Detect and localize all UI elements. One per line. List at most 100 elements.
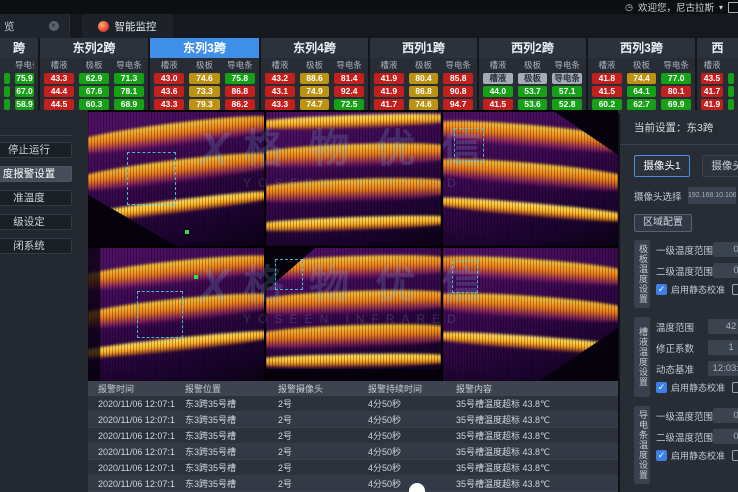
- settings-group-fields: 一级温度范围0二级温度范围0✓启用静态校准启: [656, 240, 738, 308]
- thermal-band: [88, 251, 264, 294]
- alarm-table: 报警时间报警位置报警摄像头报警持续时间报警内容2020/11/06 12:07:…: [88, 381, 618, 492]
- temp-cell-wrap: 74.9: [300, 86, 330, 97]
- temp-cell: 86.2: [225, 99, 255, 110]
- table-row[interactable]: 2020/11/06 12:07:16东3跨35号槽2号4分50秒35号槽温度超…: [88, 460, 618, 476]
- span-tab[interactable]: 跨: [0, 38, 38, 58]
- sidebar-item[interactable]: 准温度: [0, 190, 72, 206]
- static-calibration-checkbox[interactable]: ✓: [656, 450, 667, 461]
- chevron-down-icon[interactable]: ▾: [719, 3, 723, 12]
- temp-cell-wrap: 44.5: [44, 99, 74, 110]
- static-calibration-checkbox[interactable]: ✓: [656, 382, 667, 393]
- settings-field-input[interactable]: 0: [713, 429, 738, 444]
- thermal-camera-tile-2[interactable]: [266, 112, 441, 246]
- static-calibration-checkbox[interactable]: ✓: [656, 284, 667, 295]
- thermal-camera-tile-6[interactable]: [443, 248, 618, 381]
- span-tab[interactable]: 西列3跨: [588, 38, 695, 58]
- temp-cell-wrap: 75.9: [15, 73, 34, 84]
- temp-cell: 导电条: [552, 73, 582, 84]
- span-tab[interactable]: 西列1跨: [370, 38, 477, 58]
- settings-group: 槽液温度设置温度范围42修正系数1动态基准12:03:47✓启用静态校准启: [634, 317, 738, 397]
- roi-box: [127, 152, 177, 205]
- span-tab[interactable]: 东列4跨: [261, 38, 368, 58]
- temp-cell-wrap: 71.3: [114, 73, 144, 84]
- camera1-button[interactable]: 摄像头1: [634, 155, 690, 177]
- tab-overview-partial[interactable]: 览 ×: [0, 14, 70, 38]
- span-tab[interactable]: 西列2跨: [479, 38, 586, 58]
- temp-cell: 槽液: [483, 73, 513, 84]
- temp-cell-wrap: 43.3: [44, 73, 74, 84]
- dynamic-calibration-checkbox[interactable]: [732, 450, 738, 461]
- page-indicator-dot: [409, 483, 425, 492]
- camera-ip-input[interactable]: 192.168.10.106: [688, 187, 736, 204]
- table-row[interactable]: 2020/11/06 12:07:16东3跨35号槽2号4分50秒35号槽温度超…: [88, 476, 618, 492]
- thermal-camera-tile-1[interactable]: [88, 112, 264, 246]
- temp-cell-wrap: 80.4: [409, 73, 439, 84]
- thermal-camera-tile-3[interactable]: [443, 112, 618, 246]
- table-cell: 东3跨35号槽: [175, 413, 268, 426]
- sidebar-item[interactable]: 度报警设置: [0, 166, 72, 182]
- table-cell: 2020/11/06 12:07:16: [88, 447, 175, 457]
- table-cell: 2号: [268, 477, 358, 490]
- temp-cell: 60.2: [592, 99, 622, 110]
- settings-field-input[interactable]: 1: [708, 340, 738, 355]
- temp-cell-wrap: 90.8: [443, 86, 473, 97]
- temp-cell: 43.6: [154, 86, 184, 97]
- dynamic-calibration-checkbox[interactable]: [732, 382, 738, 393]
- table-cell: 4分50秒: [358, 397, 446, 410]
- temp-cell-wrap: 86.8: [409, 86, 439, 97]
- temp-cell-wrap: [4, 99, 10, 110]
- temp-cell: 43.0: [154, 73, 184, 84]
- dynamic-calibration-checkbox[interactable]: [732, 284, 738, 295]
- span-tab[interactable]: 东列3跨: [150, 38, 259, 58]
- temp-row: 43.374.772.5: [265, 99, 364, 110]
- table-cell: 2号: [268, 445, 358, 458]
- table-header-cell: 报警持续时间: [358, 382, 446, 395]
- settings-field-input[interactable]: 0: [713, 263, 738, 278]
- thermal-band: [443, 329, 618, 356]
- camera2-button[interactable]: 摄像头2: [702, 155, 738, 177]
- table-row[interactable]: 2020/11/06 12:07:16东3跨35号槽2号4分50秒35号槽温度超…: [88, 428, 618, 444]
- temp-cell: [728, 73, 734, 84]
- temp-cell: 79.3: [189, 99, 219, 110]
- sidebar-item[interactable]: 停止运行: [0, 142, 72, 158]
- subcolumn-label: 槽液: [265, 60, 295, 71]
- temp-cell-wrap: 44.4: [44, 86, 74, 97]
- settings-field-input[interactable]: 0: [713, 242, 738, 257]
- close-icon[interactable]: ×: [49, 21, 59, 31]
- sidebar-item[interactable]: 级设定: [0, 214, 72, 230]
- tab-smart-monitoring[interactable]: 智能监控: [82, 14, 173, 38]
- table-cell: 东3跨35号槽: [175, 429, 268, 442]
- subcolumn-label: 极板: [189, 60, 219, 71]
- table-row[interactable]: 2020/11/06 12:07:16东3跨35号槽2号4分50秒35号槽温度超…: [88, 444, 618, 460]
- span-subheaders: 槽液极板导电条: [44, 60, 144, 71]
- temp-cell: 43.3: [265, 99, 295, 110]
- settings-field-input[interactable]: 42: [708, 319, 738, 334]
- static-calibration-label: 启用静态校准: [671, 381, 725, 394]
- temp-cell: [728, 86, 734, 97]
- calibration-row: ✓启用静态校准启: [656, 282, 738, 297]
- temp-cell: 57.1: [552, 86, 582, 97]
- span-tab[interactable]: 西: [697, 38, 738, 58]
- span-tab[interactable]: 东列2跨: [40, 38, 148, 58]
- table-row[interactable]: 2020/11/06 12:07:16东3跨35号槽2号4分50秒35号槽温度超…: [88, 396, 618, 412]
- temp-cell-wrap: 53.7: [518, 86, 548, 97]
- region-config-button[interactable]: 区域配置: [634, 214, 692, 232]
- temp-cell-wrap: 79.3: [189, 99, 219, 110]
- sidebar-item[interactable]: 闭系统: [0, 238, 72, 254]
- temp-cell-wrap: 43.0: [154, 73, 184, 84]
- temp-cell-wrap: 67.0: [15, 86, 34, 97]
- temp-cell-wrap: 72.5: [334, 99, 364, 110]
- temp-cell: 67.0: [15, 86, 34, 97]
- settings-field-input[interactable]: 12:03:47: [708, 361, 738, 376]
- welcome-user[interactable]: 欢迎您，尼古拉斯: [638, 0, 714, 14]
- subcolumn-label: 导电条: [225, 60, 255, 71]
- temp-cell-wrap: 44.0: [483, 86, 513, 97]
- table-row[interactable]: 2020/11/06 12:07:16东3跨35号槽2号4分50秒35号槽温度超…: [88, 412, 618, 428]
- temp-row: 43.174.992.4: [265, 86, 364, 97]
- table-cell: 4分50秒: [358, 461, 446, 474]
- thermal-camera-tile-4[interactable]: [88, 248, 264, 381]
- message-icon[interactable]: [728, 2, 738, 13]
- settings-field-input[interactable]: 0: [713, 408, 738, 423]
- thermal-camera-tile-5[interactable]: [266, 248, 441, 381]
- table-cell: 2号: [268, 429, 358, 442]
